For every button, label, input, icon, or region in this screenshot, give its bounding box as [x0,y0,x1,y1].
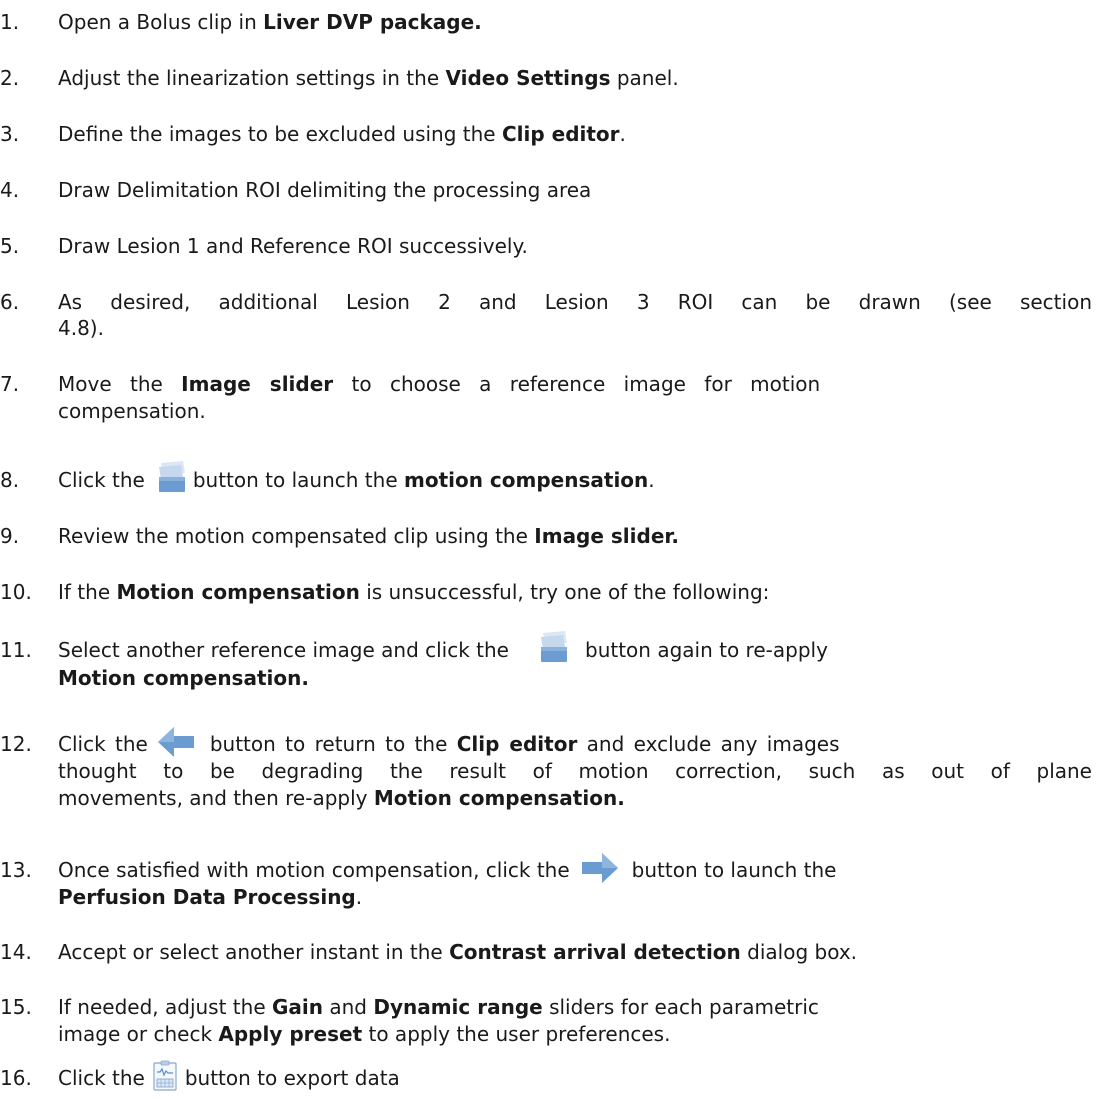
step-number: 12. [0,732,32,756]
step-number: 16. [0,1066,32,1090]
step-number: 7. [0,372,20,396]
forward-arrow-icon[interactable] [580,851,620,885]
step-number: 3. [0,122,20,146]
procedure-document: 1. Open a Bolus clip in Liver DVP packag… [0,10,1092,1092]
package-name: Liver DVP package. [263,10,482,34]
step-number: 8. [0,468,20,492]
step-number: 4. [0,178,20,202]
back-arrow-icon[interactable] [156,725,196,759]
motion-compensation-icon[interactable] [149,459,189,497]
step-number: 1. [0,10,20,34]
step-number: 2. [0,66,20,90]
step-number: 11. [0,638,32,662]
export-data-icon[interactable] [151,1060,179,1092]
step-number: 9. [0,524,20,548]
step-number: 5. [0,234,20,258]
motion-compensation-icon[interactable] [531,629,571,667]
step-number: 15. [0,995,32,1019]
step-number: 13. [0,858,32,882]
step-number: 6. [0,290,20,314]
step-number: 14. [0,940,32,964]
step-number: 10. [0,580,32,604]
